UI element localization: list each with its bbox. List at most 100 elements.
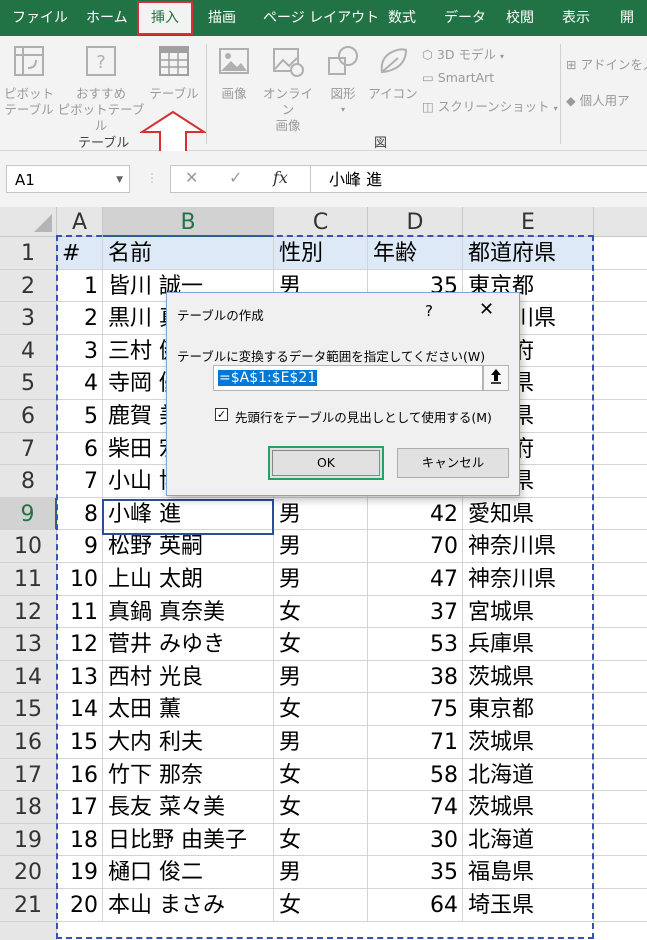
tab-review[interactable]: 校閲 [506, 0, 534, 36]
table-cell[interactable] [594, 400, 647, 433]
table-cell[interactable]: 53 [368, 628, 463, 661]
row-header-16[interactable]: 16 [0, 726, 57, 759]
row-header-15[interactable]: 15 [0, 693, 57, 726]
smartart-button[interactable]: ▭ SmartArt [422, 70, 494, 85]
table-cell[interactable]: 14 [57, 693, 103, 726]
table-cell[interactable] [594, 596, 647, 629]
shape-button[interactable]: 図形 ▾ [320, 44, 366, 118]
table-header-cell[interactable]: 性別 [274, 237, 368, 270]
table-cell[interactable]: 太田 薫 [103, 693, 274, 726]
table-cell[interactable]: 上山 太朗 [103, 563, 274, 596]
icon-button[interactable]: アイコン [368, 44, 418, 102]
table-cell[interactable]: 愛知県 [463, 497, 594, 531]
table-header-cell[interactable]: # [57, 237, 103, 270]
table-cell[interactable] [594, 824, 647, 857]
enter-icon[interactable]: ✓ [229, 168, 242, 187]
tab-file[interactable]: ファイル [12, 0, 68, 36]
select-all-corner[interactable] [0, 207, 57, 237]
ok-button[interactable]: OK [268, 446, 384, 480]
tab-data[interactable]: データ [444, 0, 486, 36]
table-cell[interactable]: 38 [368, 660, 463, 694]
table-cell[interactable] [594, 693, 647, 726]
table-cell[interactable]: 47 [368, 563, 463, 596]
table-cell[interactable]: 70 [368, 530, 463, 563]
table-cell[interactable]: 宮城県 [463, 595, 594, 629]
row-header-20[interactable]: 20 [0, 856, 57, 889]
table-cell[interactable]: 大内 利夫 [103, 726, 274, 759]
column-header-d[interactable]: D [368, 207, 463, 237]
table-cell[interactable]: 9 [57, 530, 103, 563]
table-cell[interactable] [594, 237, 647, 270]
pivot-table-button[interactable]: ピボット テーブル [4, 44, 54, 118]
row-header-5[interactable]: 5 [0, 367, 57, 400]
tab-page-layout[interactable]: ページ レイアウト [263, 0, 379, 36]
table-cell[interactable]: 35 [368, 856, 463, 889]
table-cell[interactable]: 58 [368, 758, 463, 792]
model-3d-button[interactable]: ⬡ 3D モデル ▾ [422, 44, 504, 63]
name-box[interactable]: A1 ▼ [6, 165, 130, 193]
row-header-6[interactable]: 6 [0, 400, 57, 433]
table-cell[interactable] [594, 302, 647, 335]
row-header-14[interactable]: 14 [0, 660, 57, 694]
table-cell[interactable]: 16 [57, 758, 103, 792]
table-cell[interactable]: 日比野 由美子 [103, 823, 274, 857]
row-header-9[interactable]: 9 [0, 497, 57, 531]
table-cell[interactable]: 茨城県 [463, 660, 594, 694]
help-button[interactable]: ? [425, 302, 433, 320]
table-cell[interactable]: 女 [274, 791, 368, 824]
table-cell[interactable]: 30 [368, 823, 463, 857]
tab-view[interactable]: 表示 [562, 0, 590, 36]
table-cell[interactable]: 西村 光良 [103, 660, 274, 694]
row-header-1[interactable]: 1 [0, 237, 57, 270]
table-cell[interactable] [594, 530, 647, 563]
column-header-e[interactable]: E [463, 207, 594, 237]
header-row-checkbox[interactable]: ✓ [215, 408, 228, 421]
table-cell[interactable]: 19 [57, 856, 103, 889]
column-header-b[interactable]: B [103, 207, 274, 237]
table-cell[interactable]: 64 [368, 889, 463, 922]
table-cell[interactable]: 北海道 [463, 758, 594, 792]
tab-developer[interactable]: 開発 [620, 0, 647, 62]
personal-addin-button[interactable]: ◆ 個人用ア [566, 90, 630, 109]
tab-draw[interactable]: 描画 [208, 0, 236, 36]
table-cell[interactable] [594, 563, 647, 596]
table-cell[interactable]: 真鍋 真奈美 [103, 595, 274, 629]
row-header-12[interactable]: 12 [0, 595, 57, 629]
function-icon[interactable]: fx [273, 168, 288, 187]
table-cell[interactable]: 75 [368, 693, 463, 726]
table-cell[interactable]: 74 [368, 791, 463, 824]
table-cell[interactable]: 5 [57, 400, 103, 433]
table-header-cell[interactable]: 年齢 [368, 237, 463, 270]
column-header-next[interactable] [594, 207, 647, 237]
table-cell[interactable]: 15 [57, 726, 103, 759]
table-cell[interactable]: 菅井 みゆき [103, 628, 274, 661]
table-cell[interactable] [594, 661, 647, 694]
table-cell[interactable]: 20 [57, 889, 103, 922]
row-header-18[interactable]: 18 [0, 791, 57, 824]
table-cell[interactable] [594, 759, 647, 792]
table-cell[interactable]: 男 [274, 726, 368, 759]
header-row-checkbox-label[interactable]: 先頭行をテーブルの見出しとして使用する(M) [235, 407, 492, 426]
table-cell[interactable]: 12 [57, 628, 103, 661]
row-header-8[interactable]: 8 [0, 465, 57, 498]
table-cell[interactable]: 37 [368, 595, 463, 629]
table-cell[interactable]: 男 [274, 660, 368, 694]
table-cell[interactable]: 1 [57, 269, 103, 303]
screenshot-button[interactable]: ◫ スクリーンショット ▾ [422, 96, 558, 115]
cancel-button[interactable]: キャンセル [397, 448, 509, 478]
row-header-4[interactable]: 4 [0, 334, 57, 368]
column-header-c[interactable]: C [274, 207, 368, 237]
row-header-17[interactable]: 17 [0, 758, 57, 792]
cancel-icon[interactable]: ✕ [185, 168, 198, 187]
row-header-13[interactable]: 13 [0, 628, 57, 661]
table-cell[interactable] [594, 270, 647, 303]
row-header-2[interactable]: 2 [0, 269, 57, 303]
table-cell[interactable]: 2 [57, 302, 103, 335]
tab-formulas[interactable]: 数式 [388, 0, 416, 36]
range-input[interactable]: =$A$1:$E$21 [213, 365, 483, 391]
table-cell[interactable] [594, 433, 647, 466]
close-button[interactable]: ✕ [479, 299, 494, 320]
table-cell[interactable] [594, 856, 647, 889]
table-cell[interactable] [594, 498, 647, 531]
table-cell[interactable]: 7 [57, 465, 103, 498]
